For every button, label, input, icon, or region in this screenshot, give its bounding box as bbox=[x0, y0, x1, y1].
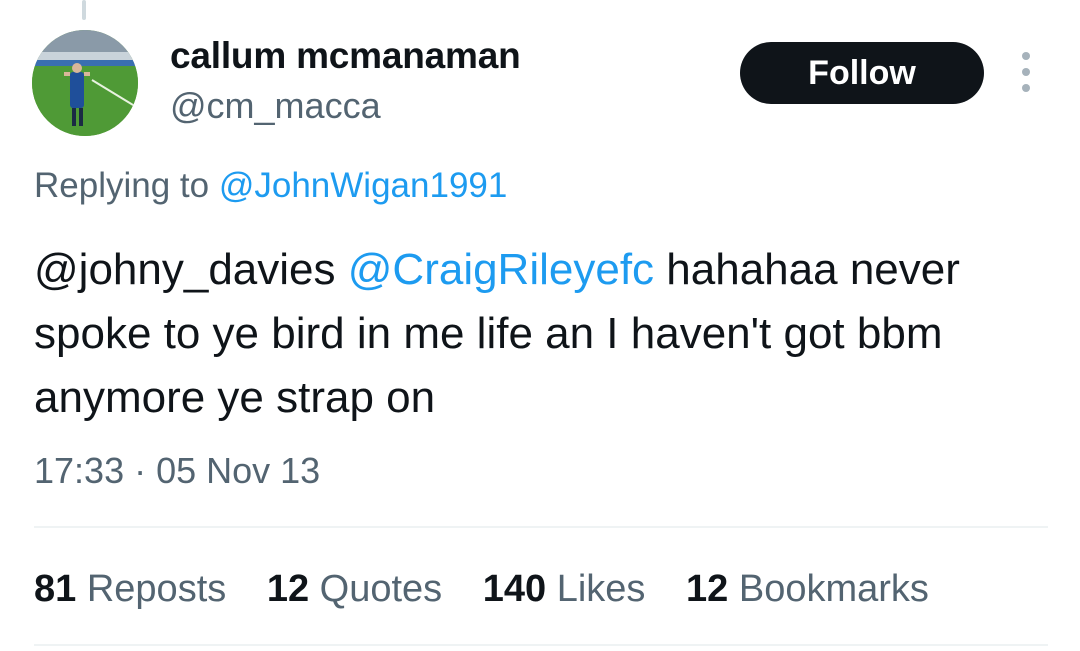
replying-to-mention[interactable]: @JohnWigan1991 bbox=[219, 166, 508, 205]
more-options-icon[interactable] bbox=[1012, 52, 1040, 92]
bookmarks-count: 12 bbox=[686, 568, 729, 610]
reposts-count: 81 bbox=[34, 568, 77, 610]
follow-button[interactable]: Follow bbox=[740, 42, 984, 104]
tweet-text: @johny_davies @CraigRileyefc hahahaa nev… bbox=[34, 238, 1054, 430]
tweet-timestamp[interactable]: 17:33 · 05 Nov 13 bbox=[34, 448, 320, 494]
mention-craigrileyefc[interactable]: @CraigRileyefc bbox=[348, 245, 654, 294]
replying-to-line: Replying to @JohnWigan1991 bbox=[34, 164, 507, 208]
likes-count: 140 bbox=[482, 568, 547, 610]
avatar-photo-icon bbox=[32, 30, 138, 136]
divider bbox=[34, 526, 1048, 528]
divider bbox=[34, 644, 1048, 646]
author-handle[interactable]: @cm_macca bbox=[170, 84, 381, 128]
more-dot bbox=[1022, 84, 1030, 92]
quotes-count: 12 bbox=[266, 568, 310, 610]
quotes-stat[interactable]: 12 Quotes bbox=[267, 566, 442, 612]
more-dot bbox=[1022, 68, 1030, 76]
likes-stat[interactable]: 140 Likes bbox=[483, 566, 646, 612]
engagement-stats: 81 Reposts 12 Quotes 140 Likes 12 Bookma… bbox=[34, 566, 959, 612]
reposts-label: Reposts bbox=[86, 568, 227, 610]
reposts-stat[interactable]: 81 Reposts bbox=[34, 566, 226, 612]
avatar[interactable] bbox=[32, 30, 138, 136]
quotes-label: Quotes bbox=[319, 568, 443, 610]
replying-prefix: Replying to bbox=[34, 166, 210, 205]
mention-johny-davies[interactable]: @johny_davies bbox=[34, 245, 336, 294]
thread-connector-line bbox=[82, 0, 86, 20]
likes-label: Likes bbox=[556, 568, 646, 610]
bookmarks-label: Bookmarks bbox=[738, 568, 929, 610]
more-dot bbox=[1022, 52, 1030, 60]
author-display-name[interactable]: callum mcmanaman bbox=[170, 34, 521, 78]
bookmarks-stat[interactable]: 12 Bookmarks bbox=[686, 566, 929, 612]
